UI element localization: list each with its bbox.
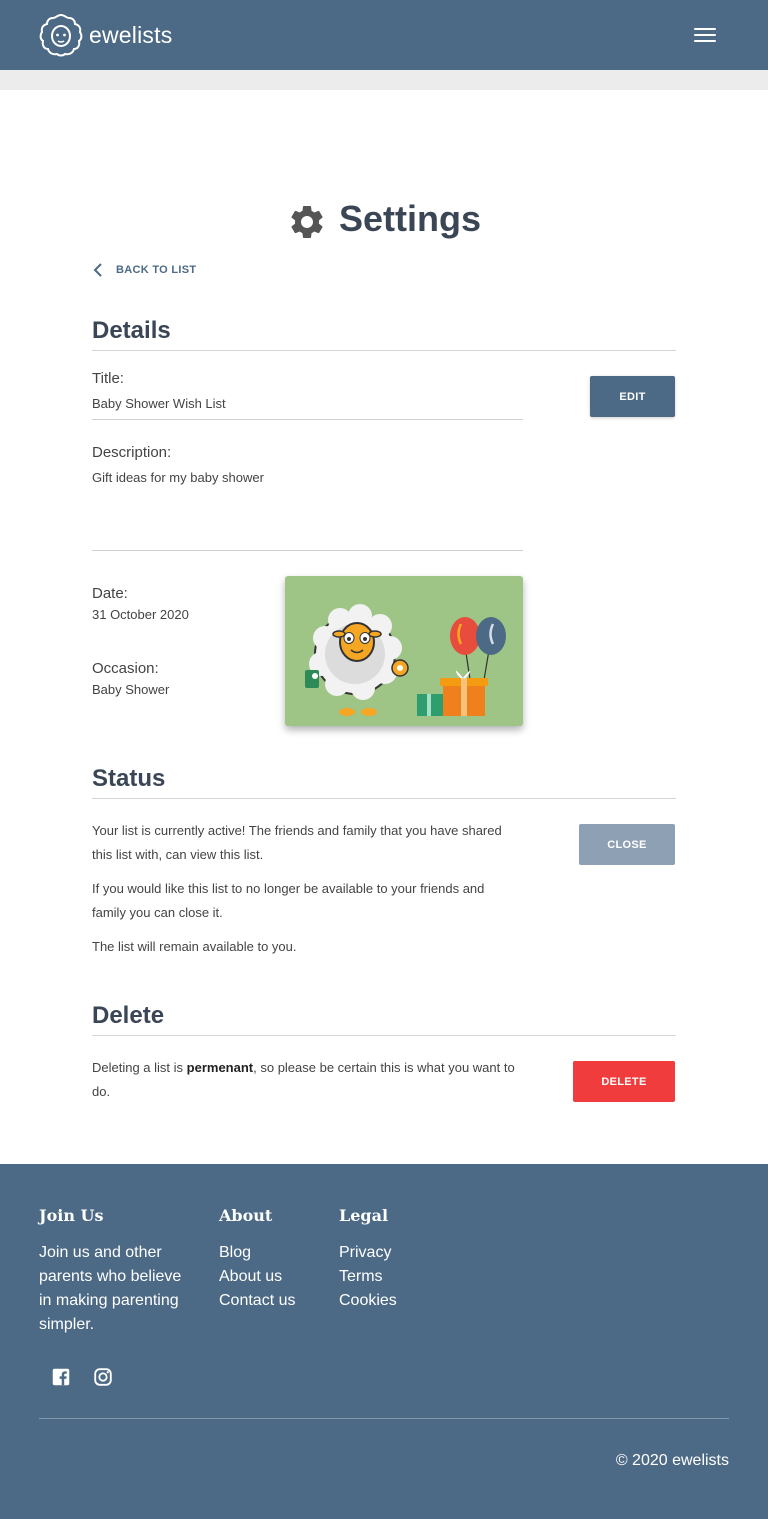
status-divider <box>92 798 676 799</box>
site-footer: Join Us Join us and other parents who be… <box>0 1164 768 1519</box>
footer-divider <box>39 1418 729 1419</box>
description-label: Description: <box>92 444 172 461</box>
date-value: 31 October 2020 <box>92 607 189 622</box>
edit-button[interactable]: EDIT <box>590 376 675 417</box>
delete-warning-emphasis: permenant <box>186 1060 254 1075</box>
description-divider <box>92 550 523 551</box>
back-to-list-label: BACK TO LIST <box>116 264 197 276</box>
delete-heading: Delete <box>92 1002 165 1029</box>
footer-link-blog[interactable]: Blog <box>219 1241 295 1265</box>
delete-divider <box>92 1035 676 1036</box>
footer-join-text: Join us and other parents who believe in… <box>39 1244 182 1333</box>
footer-link-terms[interactable]: Terms <box>339 1265 397 1289</box>
facebook-icon[interactable] <box>50 1366 72 1388</box>
status-close-text: If you would like this list to no longer… <box>92 881 485 920</box>
delete-warning-prefix: Deleting a list is <box>92 1060 187 1075</box>
status-active-text: Your list is currently active! The frien… <box>92 823 502 862</box>
close-list-button[interactable]: CLOSE <box>579 824 675 865</box>
footer-legal-heading: Legal <box>339 1206 389 1225</box>
top-navbar: ewelists <box>0 0 768 70</box>
footer-join-heading: Join Us <box>39 1206 104 1225</box>
footer-link-contact-us[interactable]: Contact us <box>219 1289 295 1313</box>
footer-legal-column: Legal Privacy Terms Cookies <box>339 1206 397 1313</box>
menu-icon[interactable] <box>694 28 716 44</box>
sheep-baby-shower-illustration-icon <box>305 604 506 716</box>
delete-warning-text: Deleting a list is permenant, so please … <box>92 1056 532 1104</box>
copyright-text: © 2020 ewelists <box>615 1452 729 1469</box>
settings-heading: Settings <box>338 198 481 239</box>
brand-logo[interactable]: ewelists <box>38 12 172 58</box>
date-label: Date: <box>92 585 128 602</box>
occasion-value: Baby Shower <box>92 682 170 697</box>
back-to-list-link[interactable]: BACK TO LIST <box>92 262 196 278</box>
details-divider <box>92 350 676 351</box>
footer-about-heading: About <box>219 1206 273 1225</box>
description-value: Gift ideas for my baby shower <box>92 470 264 485</box>
brand-name: ewelists <box>89 21 173 48</box>
footer-link-privacy[interactable]: Privacy <box>339 1241 397 1265</box>
chevron-left-icon <box>93 263 102 277</box>
footer-join-column: Join Us Join us and other parents who be… <box>39 1206 189 1337</box>
sub-navbar <box>0 70 768 90</box>
occasion-image <box>285 576 523 726</box>
title-value: Baby Shower Wish List <box>92 396 226 411</box>
page-title: Settings <box>0 196 768 242</box>
status-remain-text: The list will remain available to you. <box>92 939 297 954</box>
status-heading: Status <box>92 765 166 792</box>
occasion-label: Occasion: <box>92 660 159 677</box>
instagram-icon[interactable] <box>92 1366 114 1388</box>
title-label: Title: <box>92 370 124 387</box>
footer-about-column: About Blog About us Contact us <box>219 1206 295 1313</box>
footer-link-about-us[interactable]: About us <box>219 1265 295 1289</box>
details-heading: Details <box>92 317 171 344</box>
gear-icon <box>291 206 323 238</box>
sheep-logo-icon <box>39 13 83 57</box>
title-divider <box>92 419 523 420</box>
delete-list-button[interactable]: DELETE <box>573 1061 675 1102</box>
footer-link-cookies[interactable]: Cookies <box>339 1289 397 1313</box>
